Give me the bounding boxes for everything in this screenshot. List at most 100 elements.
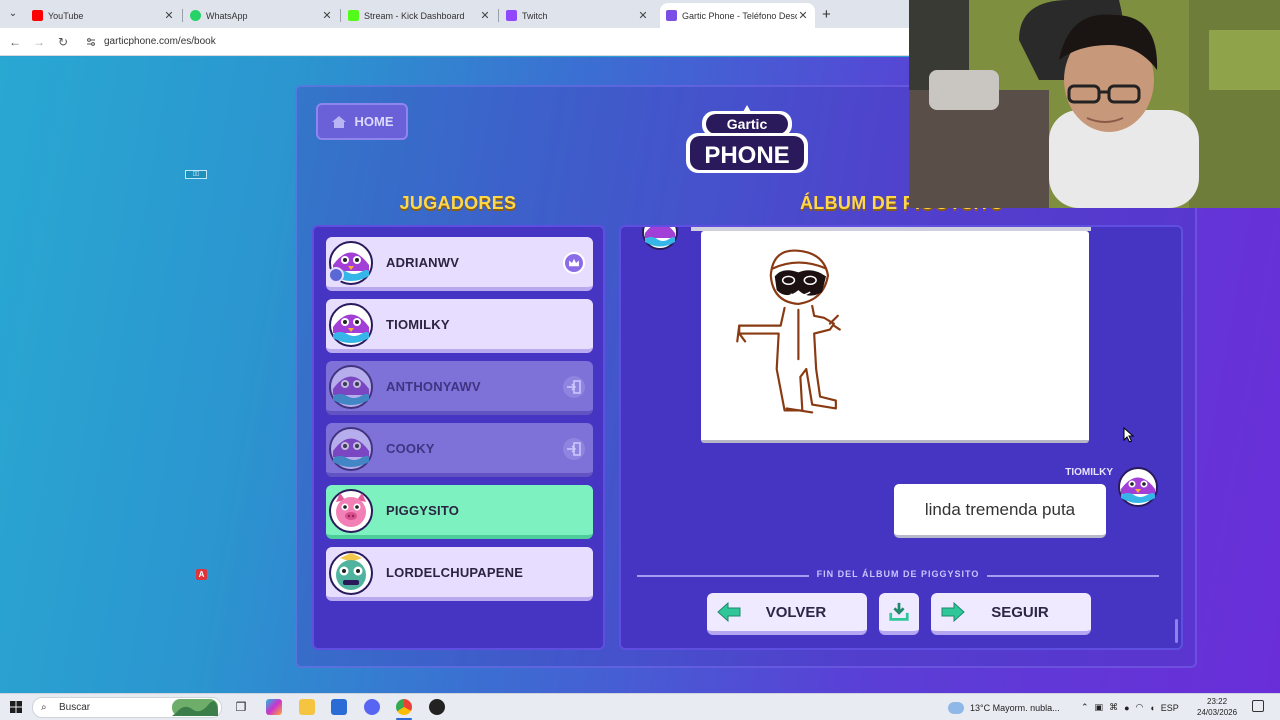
guess-bubble: linda tremenda puta xyxy=(894,484,1106,538)
clock-time: 23:22 xyxy=(1207,697,1228,706)
twitch-icon xyxy=(506,10,517,21)
overlay-a-icon: A xyxy=(196,569,207,580)
tab-divider xyxy=(340,9,341,22)
tab-kick[interactable]: Stream - Kick Dashboard ✕ xyxy=(342,3,497,28)
exit-icon xyxy=(563,438,585,460)
clock-date: 24/03/2026 xyxy=(1197,708,1238,717)
close-icon[interactable]: ✕ xyxy=(797,9,809,22)
overlay-marker: ▯▯ xyxy=(185,170,207,179)
mouse-cursor-icon xyxy=(1123,427,1135,443)
back-label: VOLVER xyxy=(765,603,827,621)
forward-icon[interactable]: → xyxy=(32,35,46,49)
reload-icon[interactable]: ↻ xyxy=(56,35,70,49)
tab-divider xyxy=(182,9,183,22)
close-icon[interactable]: ✕ xyxy=(637,9,649,22)
tab-title: Stream - Kick Dashboard xyxy=(364,10,465,21)
svg-text:Gartic: Gartic xyxy=(727,116,768,132)
back-icon[interactable]: ← xyxy=(8,35,22,49)
player-name: LORDELCHUPAPENE xyxy=(386,565,524,580)
player-name: PIGGYSITO xyxy=(386,503,460,518)
new-tab-icon[interactable]: + xyxy=(822,6,831,23)
language-indicator[interactable]: ESP xyxy=(1161,703,1179,713)
arrow-right-icon xyxy=(941,601,965,623)
system-tray[interactable]: ⌃ ▣ ⌘ ● ◠ ◖ ESP xyxy=(1081,694,1179,720)
windows-taskbar: ⌕ Buscar ❐ 13°C Mayorm. nubla... ⌃ ▣ ⌘ ●… xyxy=(0,693,1280,720)
tab-twitch[interactable]: Twitch ✕ xyxy=(500,3,655,28)
tab-search-chevron-icon[interactable]: ⌄ xyxy=(6,7,20,21)
album-scrollbar[interactable] xyxy=(1175,619,1178,643)
tab-gartic-phone[interactable]: Gartic Phone - Teléfono Descor ✕ xyxy=(660,3,815,28)
gartic-icon xyxy=(666,10,677,21)
player-card-adrianwv[interactable]: ADRIANWV xyxy=(326,237,593,291)
discord-icon[interactable] xyxy=(364,699,380,715)
back-button[interactable]: VOLVER xyxy=(707,593,867,635)
player-card-lordelchupapene[interactable]: LORDELCHUPAPENE xyxy=(326,547,593,601)
windows-start-icon[interactable] xyxy=(10,701,22,713)
weather-cloud-icon xyxy=(948,701,964,714)
tab-title: WhatsApp xyxy=(206,10,248,21)
next-button[interactable]: SEGUIR xyxy=(931,593,1091,635)
chrome-icon[interactable] xyxy=(396,699,412,715)
next-label: SEGUIR xyxy=(991,603,1049,621)
weather-widget[interactable]: 13°C Mayorm. nubla... xyxy=(948,694,1060,720)
home-icon xyxy=(331,115,346,128)
notifications-icon[interactable] xyxy=(1252,700,1264,712)
exit-icon xyxy=(563,376,585,398)
obs-icon[interactable] xyxy=(429,699,445,715)
weather-text: 13°C Mayorm. nubla... xyxy=(970,702,1060,713)
task-view-icon[interactable]: ❐ xyxy=(233,699,249,715)
player-card-cooky[interactable]: COOKY xyxy=(326,423,593,477)
player-name: ADRIANWV xyxy=(386,255,460,270)
player-card-tiomilky[interactable]: TIOMILKY xyxy=(326,299,593,353)
bird-avatar-icon xyxy=(329,365,373,409)
bird-avatar-icon xyxy=(329,427,373,471)
pig-avatar-icon xyxy=(329,489,373,533)
bird-avatar-icon xyxy=(329,303,373,347)
download-button[interactable] xyxy=(879,593,919,635)
network-icon[interactable]: ⌘ xyxy=(1109,702,1118,713)
url-field[interactable]: garticphone.com/es/book xyxy=(104,36,216,47)
player-name: ANTHONYAWV xyxy=(386,379,481,394)
webcam-overlay xyxy=(909,0,1280,208)
download-icon xyxy=(889,602,909,621)
tray-app-icon[interactable]: ▣ xyxy=(1095,702,1104,713)
tab-divider xyxy=(498,9,499,22)
close-icon[interactable]: ✕ xyxy=(479,9,491,22)
taskbar-search[interactable]: ⌕ Buscar xyxy=(32,697,222,718)
album-end-label: FIN DEL ÁLBUM DE PIGGYSITO xyxy=(637,569,1159,579)
bird-avatar-icon xyxy=(1118,467,1158,507)
wifi-icon[interactable]: ◠ xyxy=(1136,702,1144,713)
file-explorer-icon[interactable] xyxy=(299,699,315,715)
gartic-phone-logo: Gartic PHONE xyxy=(686,105,808,173)
site-info-icon[interactable] xyxy=(86,37,96,47)
whatsapp-icon xyxy=(190,10,201,21)
chevron-up-icon[interactable]: ⌃ xyxy=(1081,702,1089,713)
close-icon[interactable]: ✕ xyxy=(321,9,333,22)
album-drawing xyxy=(701,231,1089,443)
close-icon[interactable]: ✕ xyxy=(163,9,175,22)
microphone-icon[interactable]: ● xyxy=(1124,703,1129,713)
frog-avatar-icon xyxy=(329,551,373,595)
kick-icon xyxy=(348,10,359,21)
tab-youtube[interactable]: YouTube ✕ xyxy=(26,3,181,28)
taskbar-clock[interactable]: 23:22 24/03/2026 xyxy=(1197,696,1237,718)
player-card-piggysito[interactable]: PIGGYSITO xyxy=(326,485,593,539)
album-panel: TIOMILKY linda tremenda puta FIN DEL ÁLB… xyxy=(619,225,1183,650)
tab-whatsapp[interactable]: WhatsApp ✕ xyxy=(184,3,339,28)
copilot-icon[interactable] xyxy=(266,699,282,715)
search-icon: ⌕ xyxy=(41,702,47,713)
player-name: COOKY xyxy=(386,441,435,456)
bird-avatar-icon xyxy=(642,227,678,250)
home-button[interactable]: HOME xyxy=(316,103,408,140)
author-name: TIOMILKY xyxy=(1065,467,1113,478)
players-panel: ADRIANWV TIOMILKY ANTHONYAWV COOKY PIGGY… xyxy=(312,225,605,650)
tab-title: YouTube xyxy=(48,10,84,21)
player-card-anthonyawv[interactable]: ANTHONYAWV xyxy=(326,361,593,415)
home-label: HOME xyxy=(354,114,394,129)
host-user-icon xyxy=(328,267,344,283)
players-title: JUGADORES xyxy=(399,193,517,213)
store-icon[interactable] xyxy=(331,699,347,715)
svg-text:PHONE: PHONE xyxy=(704,142,789,169)
volume-icon[interactable]: ◖ xyxy=(1149,703,1154,713)
tab-title: Twitch xyxy=(522,10,548,21)
